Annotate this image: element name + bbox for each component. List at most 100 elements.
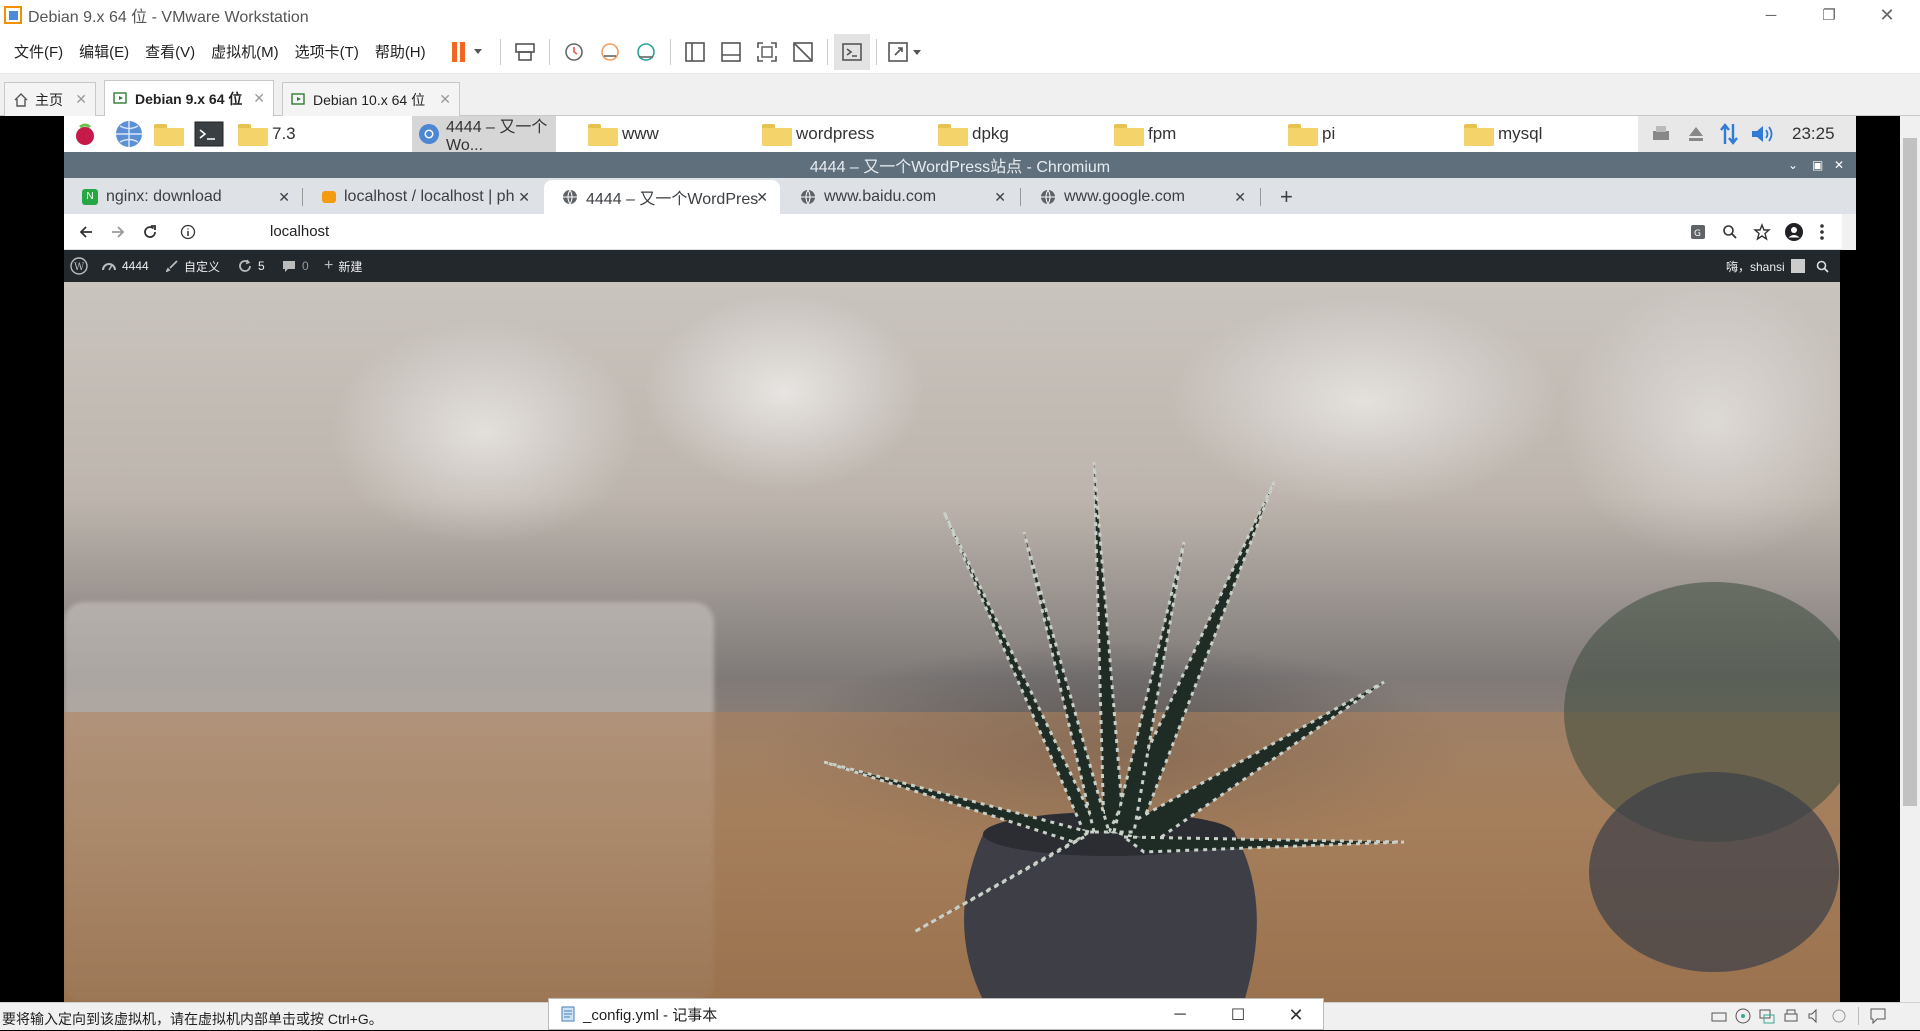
folder-label: fpm: [1148, 124, 1177, 143]
send-ctrl-alt-del-icon[interactable]: [507, 34, 543, 70]
updates-icon: [238, 259, 252, 273]
chromium-maximize-icon[interactable]: ▣: [1812, 152, 1823, 178]
tab-debian9[interactable]: Debian 9.x 64 位 ✕: [104, 80, 274, 116]
tab-home[interactable]: 主页 ✕: [4, 82, 96, 116]
taskbar-chromium-window[interactable]: 4444 – 又一个Wo...: [412, 116, 556, 154]
status-message: 要将输入定向到该虚拟机，请在虚拟机内部单击或按 Ctrl+G。: [2, 1011, 383, 1027]
wp-account-menu[interactable]: 嗨，shansi: [1726, 250, 1805, 282]
show-library-icon[interactable]: [677, 34, 713, 70]
notepad-close-button[interactable]: ✕: [1267, 999, 1325, 1031]
snapshot-manager-icon[interactable]: [628, 34, 664, 70]
tab-baidu[interactable]: www.baidu.com ✕: [782, 180, 1018, 214]
profile-icon[interactable]: [1782, 220, 1806, 244]
wp-greeting: 嗨，shansi: [1726, 259, 1785, 274]
translate-icon[interactable]: G: [1686, 220, 1710, 244]
printer-icon[interactable]: [1782, 1007, 1800, 1025]
menu-kebab-icon[interactable]: [1810, 220, 1834, 244]
folder-dpkg[interactable]: dpkg: [938, 116, 1009, 152]
snapshot-icon[interactable]: [556, 34, 592, 70]
menu-view[interactable]: 查看(V): [137, 41, 203, 62]
site-info-icon[interactable]: [176, 220, 200, 244]
network-icon[interactable]: [1718, 122, 1740, 146]
folder-icon: [1464, 122, 1494, 146]
unity-icon[interactable]: [785, 34, 821, 70]
folder-wordpress[interactable]: wordpress: [762, 116, 874, 152]
vm-scrollbar[interactable]: [1900, 116, 1920, 1002]
address-bar[interactable]: localhost: [270, 223, 329, 240]
tab-google[interactable]: www.google.com ✕: [1022, 180, 1258, 214]
file-manager-icon[interactable]: [154, 116, 188, 152]
close-tab-icon[interactable]: ✕: [278, 189, 290, 206]
folder-mysql[interactable]: mysql: [1464, 116, 1542, 152]
menu-edit[interactable]: 编辑(E): [71, 41, 137, 62]
close-tab-icon[interactable]: ✕: [756, 189, 768, 206]
tab-phpmyadmin[interactable]: localhost / localhost | ph ✕: [304, 180, 542, 214]
console-view-icon[interactable]: [833, 33, 870, 70]
menu-file[interactable]: 文件(F): [6, 41, 71, 62]
wordpress-logo-icon[interactable]: W: [70, 250, 88, 282]
tab-nginx[interactable]: N nginx: download ✕: [64, 180, 302, 214]
fullscreen-icon[interactable]: [749, 34, 785, 70]
volume-icon[interactable]: [1750, 123, 1776, 145]
menu-vm[interactable]: 虚拟机(M): [203, 41, 287, 62]
folder-7-3[interactable]: 7.3: [238, 116, 296, 152]
close-tab-icon[interactable]: ✕: [75, 91, 87, 108]
wp-customize-link[interactable]: 自定义: [166, 250, 220, 282]
bookmark-star-icon[interactable]: [1750, 220, 1774, 244]
forward-icon[interactable]: [106, 220, 130, 244]
close-tab-icon[interactable]: ✕: [994, 189, 1006, 206]
stretch-guest-icon[interactable]: [883, 34, 931, 70]
close-tab-icon[interactable]: ✕: [1234, 189, 1246, 206]
wp-site-name: 4444: [122, 259, 149, 273]
folder-www[interactable]: www: [588, 116, 659, 152]
show-thumbnails-icon[interactable]: [713, 34, 749, 70]
zoom-icon[interactable]: [1718, 220, 1742, 244]
chromium-close-icon[interactable]: ✕: [1834, 152, 1844, 178]
pause-button[interactable]: [446, 34, 494, 70]
raspberry-menu-icon[interactable]: [72, 116, 98, 152]
chromium-minimize-icon[interactable]: ⌄: [1788, 152, 1798, 178]
folder-pi[interactable]: pi: [1288, 116, 1335, 152]
page-scrollbar-track[interactable]: [1842, 214, 1856, 250]
notepad-window[interactable]: _config.yml - 记事本 ─ ☐ ✕: [548, 998, 1324, 1030]
eject-icon[interactable]: [1686, 124, 1706, 144]
wp-new-link[interactable]: + 新建: [324, 250, 362, 282]
wp-updates-link[interactable]: 5: [238, 250, 265, 282]
scrollbar-thumb[interactable]: [1903, 138, 1917, 806]
wp-site-link[interactable]: 4444: [102, 250, 149, 282]
menu-help[interactable]: 帮助(H): [367, 41, 434, 62]
usb-icon[interactable]: [1830, 1007, 1848, 1025]
dashboard-icon: [102, 260, 116, 272]
wp-comments-link[interactable]: 0: [282, 250, 309, 282]
terminal-icon[interactable]: [194, 116, 224, 152]
network-adapter-icon[interactable]: [1758, 1007, 1776, 1025]
web-browser-icon[interactable]: [114, 116, 144, 152]
tab-debian10[interactable]: Debian 10.x 64 位 ✕: [282, 82, 460, 116]
restore-button[interactable]: ❐: [1800, 0, 1858, 30]
close-button[interactable]: ✕: [1858, 0, 1916, 30]
wp-search-icon[interactable]: [1816, 250, 1829, 282]
folder-fpm[interactable]: fpm: [1114, 116, 1176, 152]
notepad-minimize-button[interactable]: ─: [1151, 999, 1209, 1031]
close-tab-icon[interactable]: ✕: [518, 189, 530, 206]
revert-snapshot-icon[interactable]: [592, 34, 628, 70]
notepad-maximize-button[interactable]: ☐: [1209, 999, 1267, 1031]
sound-icon[interactable]: [1806, 1007, 1824, 1025]
hard-disk-icon[interactable]: [1710, 1007, 1728, 1025]
message-log-icon[interactable]: [1869, 1007, 1887, 1025]
close-tab-icon[interactable]: ✕: [253, 90, 265, 107]
minimize-button[interactable]: ─: [1742, 0, 1800, 30]
system-tray: 23:25: [1638, 116, 1856, 152]
avatar: [1790, 259, 1805, 273]
menu-tabs[interactable]: 选项卡(T): [287, 41, 367, 62]
cd-dvd-icon[interactable]: [1734, 1007, 1752, 1025]
clock[interactable]: 23:25: [1792, 124, 1835, 144]
succulent-plant-image: [823, 461, 1840, 1002]
close-tab-icon[interactable]: ✕: [439, 91, 451, 108]
tab-wordpress[interactable]: 4444 – 又一个WordPres ✕: [544, 180, 780, 214]
back-icon[interactable]: [74, 220, 98, 244]
new-tab-button[interactable]: +: [1274, 180, 1304, 214]
globe-favicon: [562, 189, 578, 205]
reload-icon[interactable]: [138, 220, 162, 244]
printer-icon[interactable]: [1650, 124, 1672, 144]
